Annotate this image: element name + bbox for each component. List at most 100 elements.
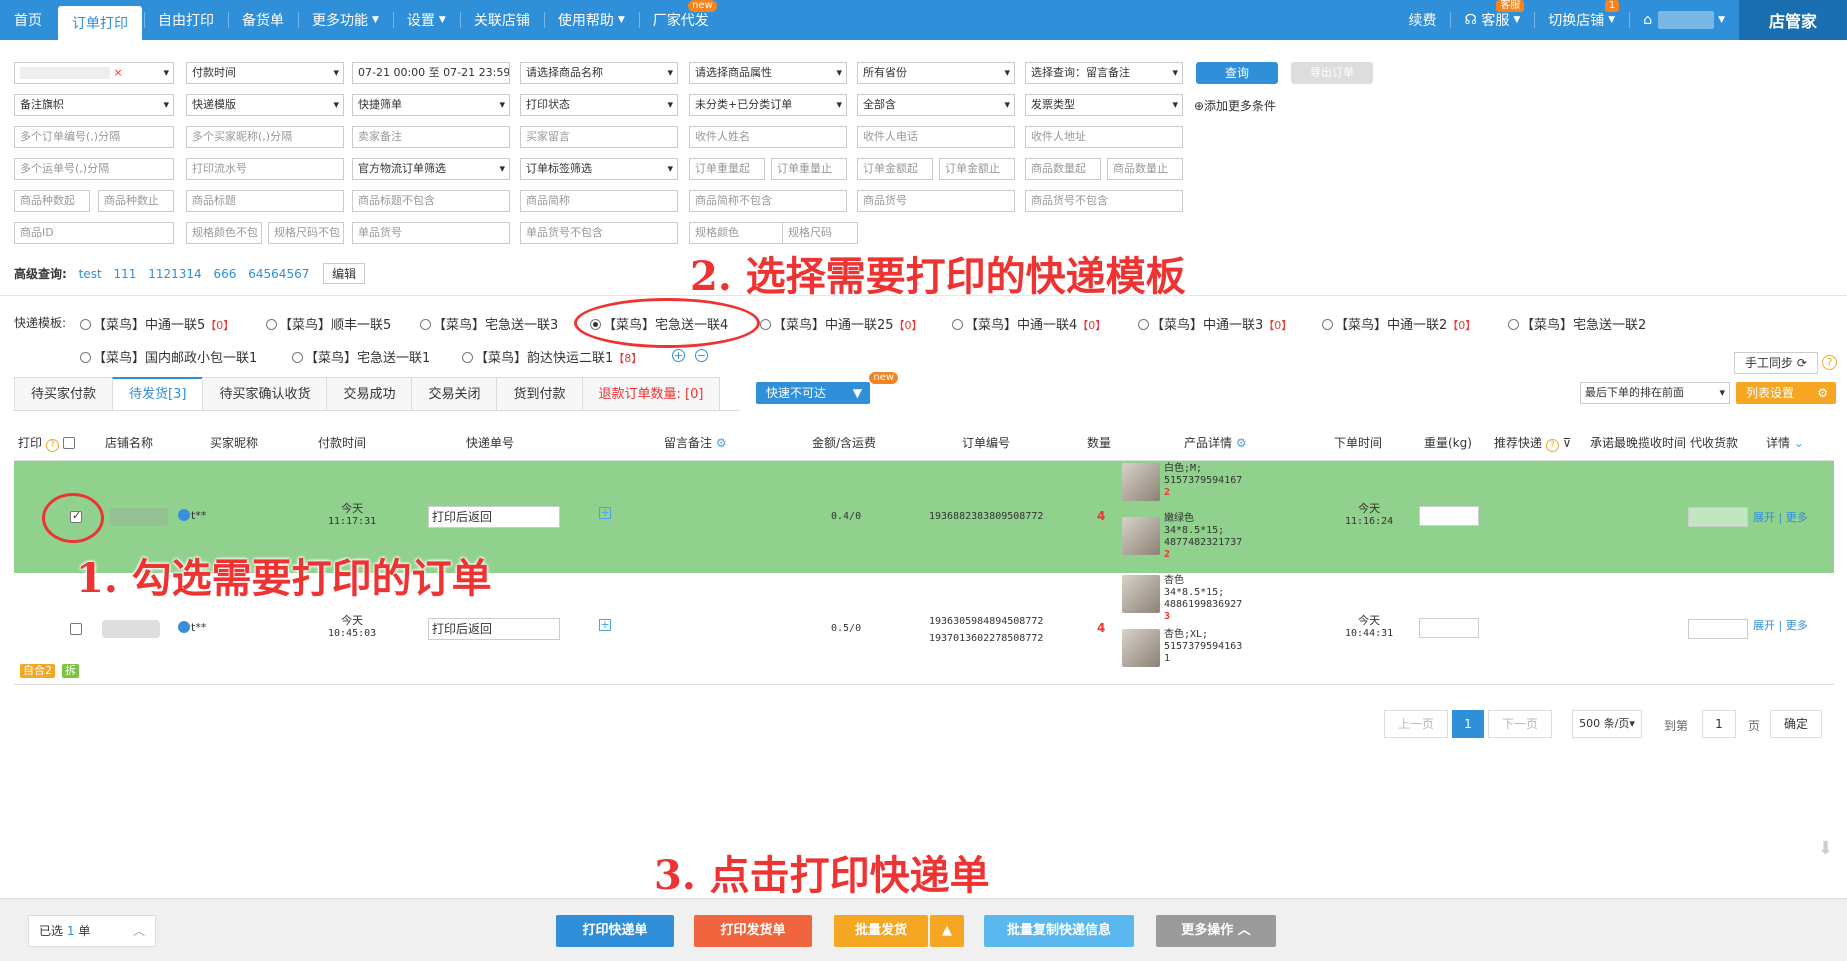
edit-advanced-button[interactable]: 编辑 — [323, 263, 366, 284]
nav-help[interactable]: 使用帮助 ▼ — [543, 0, 639, 40]
next-page-button[interactable]: 下一页 — [1488, 710, 1552, 738]
sort-order-select[interactable]: 最后下单的排在前面 — [1580, 382, 1730, 404]
product-thumbnail[interactable] — [1122, 629, 1160, 667]
courier-option[interactable]: 【菜鸟】中通一联4【0】 — [952, 314, 1106, 333]
query-button[interactable]: 查询 — [1196, 62, 1278, 84]
nav-free-print[interactable]: 自由打印 — [144, 0, 228, 40]
weight-input[interactable] — [1419, 506, 1479, 526]
item-sku-input[interactable]: 单品货号 — [352, 222, 510, 244]
category-select[interactable]: 未分类+已分类订单 — [689, 94, 847, 116]
receiver-phone-input[interactable]: 收件人电话 — [857, 126, 1015, 148]
courier-option[interactable]: 【菜鸟】中通一联2【0】 — [1322, 314, 1476, 333]
weight-input[interactable] — [1419, 618, 1479, 638]
tab-cod[interactable]: 货到付款 — [496, 377, 583, 410]
expand-link[interactable]: 展开 — [1753, 619, 1775, 632]
more-link[interactable]: 更多 — [1786, 619, 1808, 632]
print-invoice-button[interactable]: 打印发货单 — [694, 915, 812, 947]
product-sku-input[interactable]: 商品货号 — [857, 190, 1015, 212]
tab-awaiting-receipt[interactable]: 待买家确认收货 — [202, 377, 328, 410]
advanced-link-666[interactable]: 666 — [214, 267, 237, 281]
product-thumbnail[interactable] — [1122, 463, 1160, 501]
renew-link[interactable]: 续费 — [1394, 0, 1450, 40]
courier-option[interactable]: 【菜鸟】国内邮政小包一联1 — [80, 347, 257, 366]
remove-template-icon[interactable]: − — [695, 349, 708, 362]
list-settings-button[interactable]: 列表设置 ⚙ — [1736, 382, 1836, 404]
kinds-to-input[interactable]: 商品种数止 — [98, 190, 174, 212]
courier-option[interactable]: 【菜鸟】中通一联25【0】 — [760, 314, 923, 333]
prev-page-button[interactable]: 上一页 — [1384, 710, 1448, 738]
more-operations-button[interactable]: 更多操作 ︿ — [1156, 915, 1276, 947]
selected-count-box[interactable]: 已选 1 单 ︿ — [28, 915, 156, 947]
invoice-type-select[interactable]: 发票类型 — [1025, 94, 1183, 116]
advanced-link-111[interactable]: 111 — [114, 267, 137, 281]
product-sku-exclude-input[interactable]: 商品货号不包含 — [1025, 190, 1183, 212]
official-logistics-select[interactable]: 官方物流订单筛选 — [352, 158, 510, 180]
batch-ship-dropdown[interactable]: ▲ — [930, 915, 964, 947]
select-all-checkbox[interactable] — [62, 437, 75, 449]
chevron-down-icon[interactable]: ⌄ — [1794, 436, 1804, 450]
tab-trade-closed[interactable]: 交易关闭 — [411, 377, 498, 410]
print-express-button[interactable]: 打印快递单 — [556, 915, 674, 947]
advanced-link-1121314[interactable]: 1121314 — [148, 267, 201, 281]
weight-from-input[interactable]: 订单重量起 — [689, 158, 765, 180]
tab-refund-orders[interactable]: 退款订单数量: [0] — [581, 377, 721, 410]
include-all-select[interactable]: 全部含 — [857, 94, 1015, 116]
account-menu[interactable]: ⌂ ▼ — [1629, 0, 1739, 40]
date-range-input[interactable]: 07-21 00:00 至 07-21 23:59 — [352, 62, 510, 84]
product-attr-select[interactable]: 请选择商品属性 — [689, 62, 847, 84]
switch-shop[interactable]: 切换店铺 ▼ 1 — [1534, 0, 1629, 40]
nav-order-print[interactable]: 订单打印 — [58, 6, 142, 40]
customer-service[interactable]: ☊ 客服 ▼ 客服 — [1450, 0, 1534, 40]
courier-option[interactable]: 【菜鸟】宅急送一联3 — [420, 314, 558, 333]
product-short-exclude-input[interactable]: 商品简称不包含 — [689, 190, 847, 212]
page-number-input[interactable]: 1 — [1702, 710, 1736, 738]
courier-option[interactable]: 【菜鸟】中通一联5【0】 — [80, 314, 234, 333]
goto-confirm-button[interactable]: 确定 — [1770, 710, 1822, 738]
receiver-address-input[interactable]: 收件人地址 — [1025, 126, 1183, 148]
nav-stock-list[interactable]: 备货单 — [228, 0, 298, 40]
nav-linked-shops[interactable]: 关联店铺 — [459, 0, 544, 40]
gear-icon[interactable]: ⚙ — [716, 436, 727, 450]
gear-icon[interactable]: ⚙ — [1236, 436, 1247, 450]
qty-to-input[interactable]: 商品数量止 — [1107, 158, 1183, 180]
wangwang-icon[interactable] — [178, 621, 190, 633]
per-page-select[interactable]: 500 条/页▾ — [1572, 710, 1642, 738]
province-select[interactable]: 所有省份 — [857, 62, 1015, 84]
courier-option[interactable]: 【菜鸟】韵达快运二联1【8】 — [462, 347, 642, 366]
nav-home[interactable]: 首页 — [0, 0, 56, 40]
nav-settings[interactable]: 设置 ▼ — [392, 0, 460, 40]
seller-remark-input[interactable]: 卖家备注 — [352, 126, 510, 148]
advanced-link-64564567[interactable]: 64564567 — [248, 267, 309, 281]
time-type-select[interactable]: 付款时间 — [186, 62, 344, 84]
item-sku-exclude-input[interactable]: 单品货号不包含 — [520, 222, 678, 244]
cod-input[interactable] — [1688, 507, 1748, 527]
size-exclude-input[interactable]: 规格尺码不包 — [268, 222, 344, 244]
buyer-message-input[interactable]: 买家留言 — [520, 126, 678, 148]
expand-link[interactable]: 展开 — [1753, 511, 1775, 524]
product-thumbnail[interactable] — [1122, 517, 1160, 555]
print-status-select[interactable]: 打印状态 — [520, 94, 678, 116]
courier-template-select[interactable]: 快递模版 — [186, 94, 344, 116]
product-thumbnail[interactable] — [1122, 575, 1160, 613]
add-more-conditions[interactable]: ⊕添加更多条件 — [1194, 97, 1276, 114]
help-icon[interactable]: ? — [1822, 355, 1837, 370]
spec-color-input[interactable]: 规格颜色 — [689, 222, 795, 244]
product-short-input[interactable]: 商品简称 — [520, 190, 678, 212]
add-remark-icon[interactable]: + — [599, 619, 611, 631]
batch-copy-express-button[interactable]: 批量复制快递信息 — [984, 915, 1134, 947]
clear-icon[interactable]: × — [114, 66, 123, 79]
help-icon[interactable]: ? — [1545, 439, 1559, 452]
courier-option[interactable]: 【菜鸟】宅急送一联2 — [1508, 314, 1646, 333]
express-unreachable-dropdown[interactable]: 快速不可达 ▼ new — [756, 372, 898, 404]
remark-flag-select[interactable]: 备注旗帜 — [14, 94, 174, 116]
download-icon[interactable]: ⬇ — [1818, 838, 1833, 859]
more-link[interactable]: 更多 — [1786, 511, 1808, 524]
waybill-ids-input[interactable]: 多个运单号(,)分隔 — [14, 158, 174, 180]
amount-to-input[interactable]: 订单金额止 — [939, 158, 1015, 180]
nav-factory-dropship[interactable]: 厂家代发 new — [638, 0, 723, 40]
advanced-link-test[interactable]: test — [79, 267, 102, 281]
product-title-input[interactable]: 商品标题 — [186, 190, 344, 212]
order-ids-input[interactable]: 多个订单编号(,)分隔 — [14, 126, 174, 148]
manual-sync-button[interactable]: 手工同步 ⟳ — [1734, 352, 1818, 374]
qty-from-input[interactable]: 商品数量起 — [1025, 158, 1101, 180]
